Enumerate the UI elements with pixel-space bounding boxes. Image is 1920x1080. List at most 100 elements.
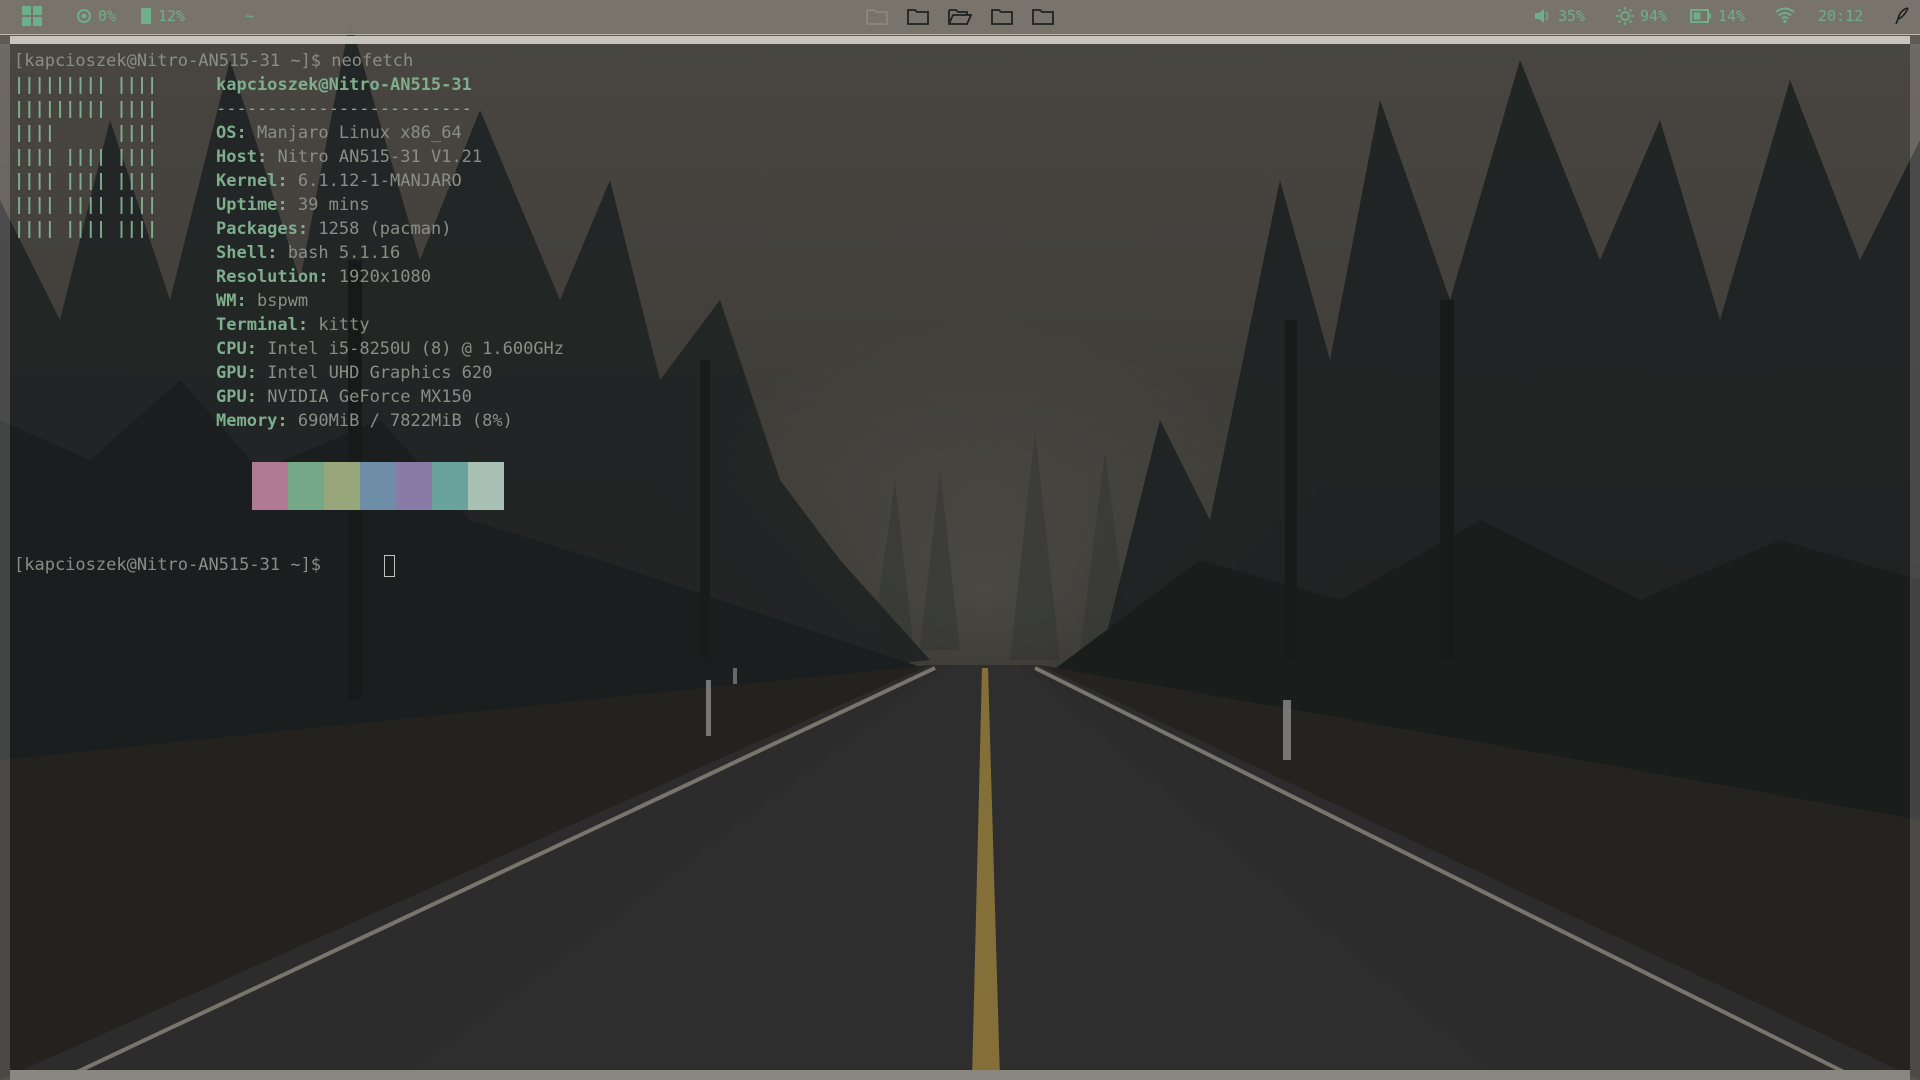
info-value: bspwm bbox=[256, 291, 309, 311]
clock-text: 20:12 bbox=[1818, 7, 1864, 25]
wifi-widget[interactable] bbox=[1775, 7, 1795, 23]
home-indicator[interactable]: ~ bbox=[245, 7, 254, 25]
terminal-border-bottom bbox=[10, 1070, 1910, 1080]
logo-line: |||| |||| |||| bbox=[14, 171, 158, 191]
shell-prompt: [kapcioszek@Nitro-AN515-31 ~]$ bbox=[14, 51, 322, 71]
info-key: CPU bbox=[216, 339, 247, 359]
info-key: OS bbox=[216, 123, 237, 143]
top-bar: 0% 12% ~ 35% 94% 14% 20:12 bbox=[0, 0, 1920, 35]
info-key: GPU bbox=[216, 363, 247, 383]
text-cursor bbox=[384, 555, 395, 577]
info-key: Resolution bbox=[216, 267, 319, 287]
battery-widget[interactable]: 14% bbox=[1690, 7, 1745, 25]
logo-line: |||| |||| |||| bbox=[14, 219, 158, 239]
info-value: Manjaro Linux x86_64 bbox=[256, 123, 462, 143]
workspace-5[interactable] bbox=[1032, 7, 1054, 25]
volume-icon bbox=[1535, 9, 1549, 23]
info-row: Kernel: 6.1.12-1-MANJARO bbox=[216, 171, 462, 191]
folder-icon bbox=[907, 9, 929, 25]
logo-line: ||||||||| |||| bbox=[14, 99, 158, 119]
info-row: Packages: 1258 (pacman) bbox=[216, 219, 452, 239]
info-value: Nitro AN515-31 V1.21 bbox=[277, 147, 483, 167]
folder-icon bbox=[866, 9, 888, 25]
folder-open-icon bbox=[948, 9, 972, 25]
info-value: 690MiB / 7822MiB (8%) bbox=[297, 411, 513, 431]
info-value: kitty bbox=[318, 315, 370, 335]
info-row: Shell: bash 5.1.16 bbox=[216, 243, 401, 263]
info-value: Intel UHD Graphics 620 bbox=[267, 363, 493, 383]
info-row: WM: bspwm bbox=[216, 291, 309, 311]
info-row: GPU: NVIDIA GeForce MX150 bbox=[216, 387, 472, 407]
info-value: 6.1.12-1-MANJARO bbox=[297, 171, 462, 191]
workspace-4[interactable] bbox=[991, 7, 1013, 25]
brightness-icon bbox=[1616, 7, 1634, 25]
color-swatch bbox=[360, 462, 396, 510]
color-swatch bbox=[288, 462, 324, 510]
info-row: GPU: Intel UHD Graphics 620 bbox=[216, 363, 493, 383]
brightness-widget[interactable]: 94% bbox=[1616, 7, 1667, 25]
color-palette bbox=[252, 462, 504, 510]
info-key: Packages bbox=[216, 219, 298, 239]
clock[interactable]: 20:12 bbox=[1818, 7, 1863, 25]
info-row: Resolution: 1920x1080 bbox=[216, 267, 431, 287]
info-value: 1920x1080 bbox=[338, 267, 431, 287]
cpu-icon bbox=[77, 9, 91, 23]
memory-icon bbox=[141, 8, 151, 24]
info-value: bash 5.1.16 bbox=[287, 243, 401, 263]
volume-widget[interactable]: 35% bbox=[1534, 7, 1585, 25]
color-swatch bbox=[252, 462, 288, 510]
brightness-text: 94% bbox=[1640, 7, 1668, 25]
info-key: Terminal bbox=[216, 315, 298, 335]
info-key: WM bbox=[216, 291, 237, 311]
workspace-1[interactable] bbox=[866, 7, 888, 25]
ram-widget[interactable]: 12% bbox=[140, 7, 185, 25]
windows-logo-icon bbox=[22, 6, 42, 26]
info-row: Host: Nitro AN515-31 V1.21 bbox=[216, 147, 483, 167]
color-swatch bbox=[468, 462, 504, 510]
menu-launcher-button[interactable] bbox=[22, 6, 42, 26]
info-row: Uptime: 39 mins bbox=[216, 195, 370, 215]
info-row: OS: Manjaro Linux x86_64 bbox=[216, 123, 462, 143]
logo-line: |||| |||| |||| bbox=[14, 195, 158, 215]
distro-logo: ||||||||| |||| ||||||||| |||| |||| |||| … bbox=[14, 73, 157, 241]
command-line: [kapcioszek@Nitro-AN515-31 ~]$ neofetch bbox=[14, 49, 413, 73]
ram-usage-text: 12% bbox=[158, 7, 186, 25]
info-key: Memory bbox=[216, 411, 278, 431]
cpu-widget[interactable]: 0% bbox=[76, 7, 116, 25]
info-row: Terminal: kitty bbox=[216, 315, 370, 335]
battery-text: 14% bbox=[1718, 7, 1746, 25]
volume-text: 35% bbox=[1558, 7, 1586, 25]
logo-line: |||| |||| bbox=[14, 123, 158, 143]
info-value: NVIDIA GeForce MX150 bbox=[267, 387, 472, 407]
info-key: GPU bbox=[216, 387, 247, 407]
workspace-2[interactable] bbox=[907, 7, 929, 25]
terminal-border-left bbox=[0, 44, 10, 1080]
active-command-line[interactable]: [kapcioszek@Nitro-AN515-31 ~]$ bbox=[14, 553, 321, 577]
power-button[interactable] bbox=[1894, 7, 1910, 25]
battery-icon bbox=[1690, 9, 1711, 23]
info-key: Host bbox=[216, 147, 257, 167]
info-key: Kernel bbox=[216, 171, 278, 191]
color-swatch bbox=[396, 462, 432, 510]
color-swatch bbox=[324, 462, 360, 510]
info-value: 39 mins bbox=[297, 195, 370, 215]
topbar-separator bbox=[10, 36, 1910, 44]
info-value: 1258 (pacman) bbox=[318, 219, 452, 239]
workspace-3-active[interactable] bbox=[948, 7, 972, 25]
home-text: ~ bbox=[245, 7, 255, 25]
logo-line: |||| |||| |||| bbox=[14, 147, 158, 167]
info-value: Intel i5-8250U (8) @ 1.600GHz bbox=[267, 339, 565, 359]
feather-icon bbox=[1895, 7, 1909, 25]
folder-icon bbox=[1032, 9, 1054, 25]
neofetch-separator: ------------------------- bbox=[216, 99, 472, 119]
folder-icon bbox=[991, 9, 1013, 25]
logo-line: ||||||||| |||| bbox=[14, 75, 158, 95]
neofetch-title: kapcioszek@Nitro-AN515-31 bbox=[216, 75, 472, 95]
terminal-border-right bbox=[1910, 44, 1920, 1080]
info-key: Uptime bbox=[216, 195, 278, 215]
wifi-icon bbox=[1775, 7, 1795, 23]
color-swatch bbox=[432, 462, 468, 510]
info-key: Shell bbox=[216, 243, 268, 263]
shell-command: neofetch bbox=[331, 51, 414, 71]
cpu-usage-text: 0% bbox=[98, 7, 117, 25]
